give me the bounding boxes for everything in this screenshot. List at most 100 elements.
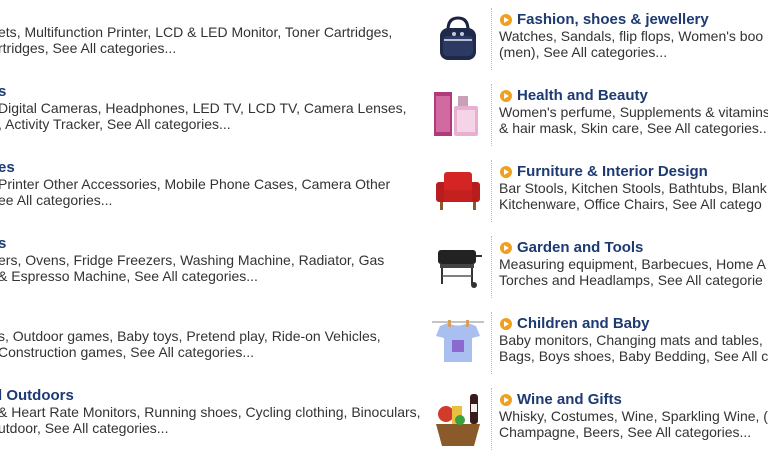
category-link[interactable]: Gas [359, 252, 385, 268]
category-link[interactable]: Sparkling Wine [661, 408, 755, 424]
category-link[interactable]: & Espresso Machine [0, 268, 126, 284]
category-link[interactable]: Baby monitors [499, 332, 588, 348]
category-title[interactable]: Children and Baby [517, 315, 650, 332]
separator-comma: , [543, 408, 551, 424]
category-link[interactable]: Bags [499, 348, 531, 364]
category-link[interactable]: Kitchen Stools [571, 180, 661, 196]
category-link[interactable]: LCD & LED Monitor [155, 24, 277, 40]
category-link[interactable]: Printer Other Accessories [0, 176, 157, 192]
category-link[interactable]: See All categories... [134, 268, 258, 284]
armchair-icon[interactable] [430, 162, 486, 218]
category-title[interactable]: Health and Beauty [517, 87, 648, 104]
category-link[interactable]: See All categories... [543, 44, 667, 60]
category-link[interactable]: Bathtubs [669, 180, 724, 196]
category-link[interactable]: See All categories... [45, 420, 169, 436]
category-link[interactable]: Skin care [581, 120, 639, 136]
category-link[interactable]: Outdoor games [13, 328, 110, 344]
category-title[interactable]: Fashion, shoes & jewellery [517, 11, 709, 28]
category-title[interactable]: l Outdoors [0, 387, 74, 404]
category-link[interactable]: See All categories... [130, 344, 254, 360]
category-link[interactable]: Women's boo [678, 28, 763, 44]
category-title[interactable]: es [0, 159, 15, 176]
category-link[interactable]: Binoculars, [351, 404, 420, 420]
category-link[interactable]: Bar Stools [499, 180, 564, 196]
category-link[interactable]: Supplements & vitamins [620, 104, 768, 120]
category-link[interactable]: Radiator [299, 252, 351, 268]
category-link[interactable]: Beers [583, 424, 620, 440]
link-line: Printer Other Accessories, Mobile Phone … [0, 176, 390, 192]
category-link[interactable]: Changing mats and tables, [596, 332, 763, 348]
category-links: Bar Stools, Kitchen Stools, Bathtubs, Bl… [499, 180, 767, 212]
category-link[interactable]: Whisky [499, 408, 543, 424]
gift-basket-icon[interactable] [430, 390, 486, 446]
barbecue-icon[interactable] [430, 238, 486, 294]
link-line: Watches, Sandals, flip flops, Women's bo… [499, 28, 763, 44]
category-link[interactable]: Digital Cameras [0, 100, 98, 116]
handbag-icon[interactable] [430, 10, 486, 66]
category-link[interactable]: Toner Cartridges, [285, 24, 392, 40]
category-link[interactable]: , Activity Tracker [0, 116, 99, 132]
category-link[interactable]: See All categorie [658, 272, 763, 288]
separator-comma: , [184, 100, 193, 116]
category-link[interactable]: Sandals [561, 28, 612, 44]
category-link[interactable]: LED TV [193, 100, 240, 116]
category-link[interactable]: utdoor [0, 420, 37, 436]
category-link[interactable]: Measuring equipment [499, 256, 634, 272]
category-block: Health and Beauty Women's perfume, Supple… [430, 84, 768, 166]
category-link[interactable]: Barbecues [641, 256, 708, 272]
category-link[interactable]: Fridge Freezers [73, 252, 172, 268]
category-link[interactable]: & Heart Rate Monitors [0, 404, 137, 420]
category-link[interactable]: See All categories... [627, 424, 751, 440]
category-link[interactable]: Blank [732, 180, 767, 196]
category-link[interactable]: Kitchenware [499, 196, 576, 212]
category-link[interactable]: Watches [499, 28, 553, 44]
category-link[interactable]: See All c [714, 348, 768, 364]
separator-comma: , [240, 100, 248, 116]
category-link[interactable]: Cycling clothing [245, 404, 343, 420]
category-link[interactable]: See All categories... [107, 116, 231, 132]
category-link[interactable]: Headphones [105, 100, 184, 116]
category-link[interactable]: Pretend play [186, 328, 264, 344]
perfume-icon[interactable] [430, 86, 486, 142]
category-link[interactable]: flip flops [619, 28, 670, 44]
category-link[interactable]: Wine [622, 408, 654, 424]
category-link[interactable]: See All catego [672, 196, 762, 212]
category-link[interactable]: Home A [716, 256, 766, 272]
category-link[interactable]: LCD TV [248, 100, 296, 116]
category-title[interactable]: Wine and Gifts [517, 391, 622, 408]
category-link[interactable]: ee All categories... [0, 192, 112, 208]
category-link[interactable]: Running shoes [144, 404, 237, 420]
category-link[interactable]: Mobile Phone Cases [165, 176, 294, 192]
category-link[interactable]: Office Chairs [584, 196, 665, 212]
category-link[interactable]: See All categories... [647, 120, 768, 136]
category-link[interactable]: Women's perfume [499, 104, 612, 120]
category-link[interactable]: See All categories... [52, 40, 176, 56]
category-link[interactable]: Baby toys [117, 328, 178, 344]
category-title[interactable]: Garden and Tools [517, 239, 643, 256]
category-link[interactable]: (men) [499, 44, 536, 60]
category-title[interactable]: Furniture & Interior Design [517, 163, 708, 180]
category-title[interactable]: s [0, 235, 6, 252]
category-link[interactable]: Ride-on Vehicles, [272, 328, 381, 344]
orange-arrow-icon [500, 318, 512, 330]
category-link[interactable]: Washing Machine [180, 252, 291, 268]
category-link[interactable]: ets [0, 24, 17, 40]
category-link[interactable]: Ovens [25, 252, 65, 268]
category-link[interactable]: Champagne [499, 424, 575, 440]
category-link[interactable]: Torches and Headlamps [499, 272, 650, 288]
category-link[interactable]: rtridges [0, 40, 45, 56]
category-link[interactable]: Camera Other [301, 176, 390, 192]
category-link[interactable]: Camera Lenses, [304, 100, 407, 116]
category-title[interactable]: s [0, 83, 6, 100]
category-link[interactable]: Boys shoes [539, 348, 611, 364]
baby-clothes-icon[interactable] [430, 314, 486, 370]
link-line: Digital Cameras, Headphones, LED TV, LCD… [0, 100, 407, 116]
category-link[interactable]: ( [763, 408, 768, 424]
category-link[interactable]: Baby Bedding [619, 348, 706, 364]
category-link[interactable]: Costumes [551, 408, 614, 424]
separator-comma: , [649, 272, 658, 288]
category-link[interactable]: & hair mask [499, 120, 573, 136]
category-link[interactable]: Multifunction Printer [24, 24, 147, 40]
category-link[interactable]: ers [0, 252, 17, 268]
category-link[interactable]: Construction games [0, 344, 123, 360]
